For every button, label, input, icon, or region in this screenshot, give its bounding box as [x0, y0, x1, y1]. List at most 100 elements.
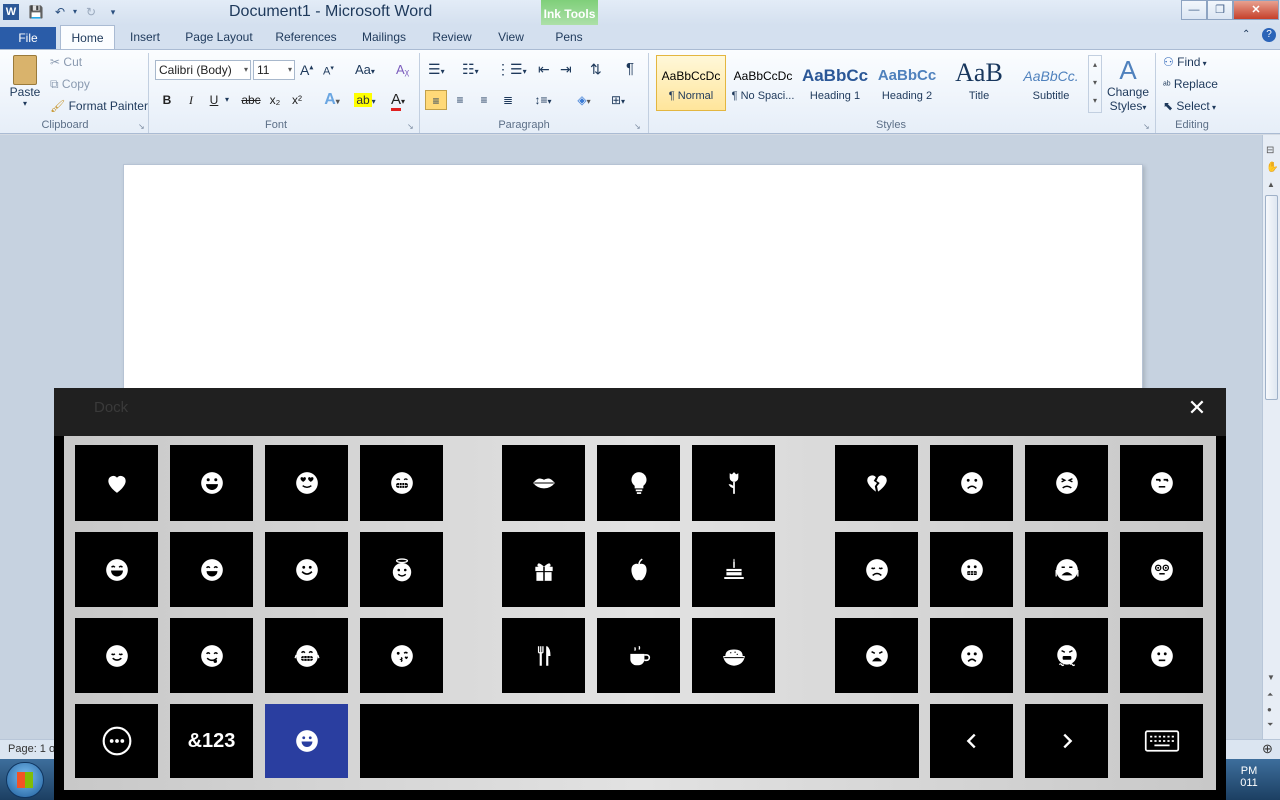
- highlight-color-icon[interactable]: ab ▾: [350, 90, 380, 110]
- sad-face-key[interactable]: [930, 445, 1013, 521]
- big-smile-key[interactable]: [170, 445, 253, 521]
- crying-key[interactable]: [1025, 532, 1108, 607]
- yum-key[interactable]: [170, 618, 253, 693]
- tab-view[interactable]: View: [492, 27, 530, 47]
- find-button[interactable]: ⚇ Find ▾: [1163, 55, 1207, 69]
- kissing-wink-key[interactable]: [360, 618, 443, 693]
- bold-button[interactable]: B: [156, 90, 178, 110]
- smile-eyes-key[interactable]: [170, 532, 253, 607]
- smiley-key[interactable]: [265, 532, 348, 607]
- font-family-combo[interactable]: Calibri (Body) ▾: [155, 60, 251, 80]
- style-heading-2[interactable]: AaBbCc Heading 2: [872, 55, 942, 111]
- redo-icon[interactable]: ↻: [83, 4, 99, 20]
- multilevel-list-icon[interactable]: ⋮☰▾: [496, 61, 527, 78]
- document-page[interactable]: [123, 164, 1143, 394]
- ruler-toggle-icon[interactable]: ⊟: [1266, 145, 1274, 156]
- numbering-icon[interactable]: ☷▾: [462, 61, 479, 78]
- lips-key[interactable]: [502, 445, 585, 521]
- heart-eyes-key[interactable]: [265, 445, 348, 521]
- tab-references[interactable]: References: [272, 27, 340, 47]
- symbols-key[interactable]: &123: [170, 704, 253, 778]
- neutral-key[interactable]: [1120, 618, 1203, 693]
- text-effects-icon[interactable]: A▾: [318, 90, 346, 110]
- coffee-key[interactable]: [597, 618, 680, 693]
- help-icon[interactable]: ?: [1262, 28, 1276, 42]
- worried-key[interactable]: [930, 532, 1013, 607]
- rice-bowl-key[interactable]: [692, 618, 775, 693]
- more-options-key[interactable]: [75, 704, 158, 778]
- underline-dropdown-icon[interactable]: ▾: [222, 90, 232, 110]
- zoom-in-icon[interactable]: ⊕: [1262, 741, 1273, 757]
- style-no-spacing[interactable]: AaBbCcDc ¶ No Spaci...: [728, 55, 798, 111]
- save-icon[interactable]: 💾: [28, 4, 44, 20]
- tab-page-layout[interactable]: Page Layout: [182, 27, 256, 47]
- heart-key[interactable]: [75, 445, 158, 521]
- birthday-cake-key[interactable]: [692, 532, 775, 607]
- close-dock-button[interactable]: ✕: [1185, 396, 1209, 420]
- system-clock[interactable]: PM 011: [1218, 759, 1280, 800]
- align-center-button[interactable]: ≡: [449, 90, 471, 110]
- strikethrough-button[interactable]: abc: [238, 90, 264, 110]
- align-right-button[interactable]: ≡: [473, 90, 495, 110]
- angel-key[interactable]: [360, 532, 443, 607]
- line-spacing-icon[interactable]: ↕≡▾: [530, 90, 556, 110]
- minimize-ribbon-icon[interactable]: ⌃: [1242, 29, 1250, 40]
- paste-button[interactable]: Paste ▾: [8, 55, 42, 108]
- restore-button[interactable]: ❐: [1207, 0, 1233, 20]
- broken-heart-key[interactable]: [835, 445, 918, 521]
- angry-steam-key[interactable]: [1025, 618, 1108, 693]
- scroll-up-icon[interactable]: ▲: [1267, 180, 1275, 189]
- fork-knife-key[interactable]: [502, 618, 585, 693]
- undo-dropdown-icon[interactable]: ▾: [67, 4, 83, 20]
- select-button[interactable]: ⬉ Select ▾: [1163, 99, 1216, 113]
- tab-review[interactable]: Review: [428, 27, 476, 47]
- copy-button[interactable]: ⧉ Copy: [50, 77, 90, 92]
- tired-key[interactable]: [835, 618, 918, 693]
- pan-hand-icon[interactable]: ✋: [1266, 162, 1278, 173]
- relieved-key[interactable]: [75, 618, 158, 693]
- borders-icon[interactable]: ⊞▾: [604, 90, 632, 110]
- font-launcher-icon[interactable]: ↘: [407, 122, 414, 131]
- gift-key[interactable]: [502, 532, 585, 607]
- grow-font-icon[interactable]: A▴: [300, 62, 313, 78]
- styles-launcher-icon[interactable]: ↘: [1143, 122, 1150, 131]
- justify-button[interactable]: ≣: [497, 90, 519, 110]
- vertical-scrollbar[interactable]: ⊟ ✋ ▲ ▼ ⏶ ● ⏷: [1262, 135, 1280, 745]
- style-title[interactable]: AaB Title: [944, 55, 1014, 111]
- align-left-button[interactable]: ≡: [425, 90, 447, 110]
- shading-icon[interactable]: ◈▾: [570, 90, 598, 110]
- clear-formatting-icon[interactable]: Aᵪ: [396, 62, 409, 77]
- light-bulb-key[interactable]: [597, 445, 680, 521]
- increase-indent-icon[interactable]: ⇥: [560, 61, 572, 78]
- browse-object-icon[interactable]: ●: [1267, 705, 1272, 714]
- shrink-font-icon[interactable]: A▾: [323, 64, 334, 78]
- customize-qat-icon[interactable]: ▾: [105, 4, 121, 20]
- change-styles-button[interactable]: A Change Styles▾: [1104, 55, 1152, 113]
- disappointed-key[interactable]: [835, 532, 918, 607]
- tab-home[interactable]: Home: [60, 25, 115, 50]
- bullets-icon[interactable]: ☰▾: [428, 61, 445, 78]
- cut-button[interactable]: ✂ Cut: [50, 55, 82, 69]
- styles-scroll[interactable]: ▴ ▾ ▾: [1088, 55, 1102, 113]
- previous-page-key[interactable]: [930, 704, 1013, 778]
- superscript-button[interactable]: x²: [286, 90, 308, 110]
- tab-file[interactable]: File: [0, 27, 56, 49]
- unamused-face-key[interactable]: [1120, 445, 1203, 521]
- format-painter-button[interactable]: 🖌 Format Painter: [50, 99, 148, 113]
- start-button[interactable]: [6, 762, 44, 798]
- grimace-key[interactable]: [265, 618, 348, 693]
- show-hide-button[interactable]: ¶: [626, 60, 634, 77]
- laughing-key[interactable]: [75, 532, 158, 607]
- apple-key[interactable]: [597, 532, 680, 607]
- tab-pens[interactable]: Pens: [544, 27, 594, 47]
- italic-button[interactable]: I: [180, 90, 202, 110]
- emoji-key[interactable]: [265, 704, 348, 778]
- grin-key[interactable]: [360, 445, 443, 521]
- undo-icon[interactable]: ↶: [52, 4, 68, 20]
- previous-page-icon[interactable]: ⏶: [1267, 690, 1273, 700]
- next-page-key[interactable]: [1025, 704, 1108, 778]
- subscript-button[interactable]: x₂: [264, 90, 286, 110]
- frowning-key[interactable]: [930, 618, 1013, 693]
- astonished-key[interactable]: [1120, 532, 1203, 607]
- style-heading-1[interactable]: AaBbCc Heading 1: [800, 55, 870, 111]
